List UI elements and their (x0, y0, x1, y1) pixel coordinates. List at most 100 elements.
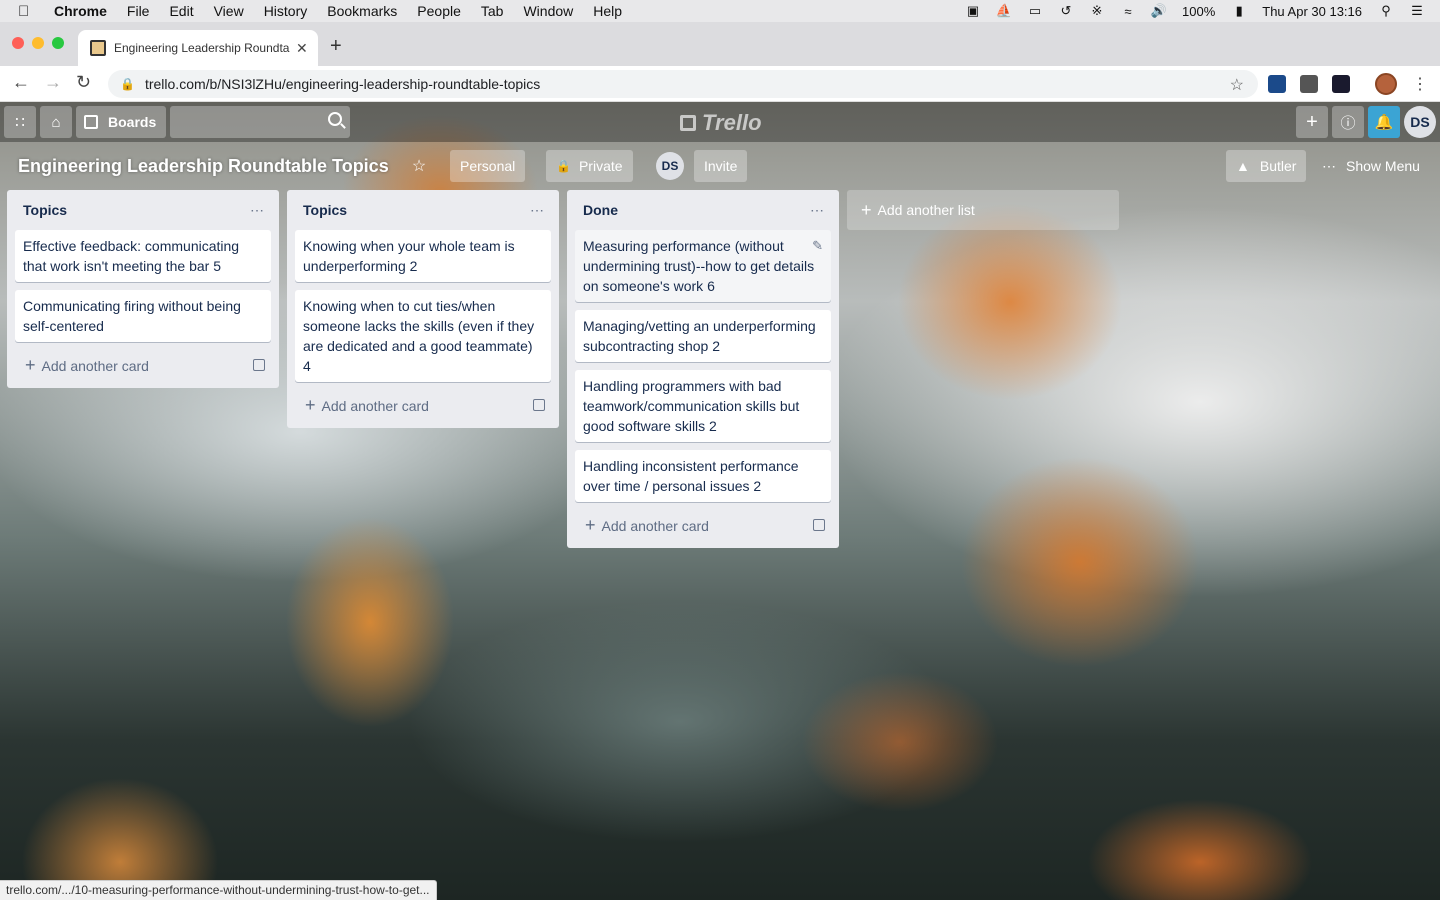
url-text[interactable]: trello.com/b/NSI3lZHu/engineering-leader… (145, 76, 540, 92)
plus-icon: + (585, 514, 596, 535)
react-devtools-icon[interactable] (1332, 75, 1350, 93)
new-tab-icon[interactable]: + (330, 35, 342, 58)
menu-people[interactable]: People (417, 3, 461, 19)
volume-icon[interactable]: 🔊 (1151, 3, 1167, 18)
spotlight-icon[interactable]: ⚲ (1378, 3, 1394, 18)
battery-percent[interactable]: 100% (1182, 4, 1215, 19)
zoom-icon[interactable]: ▣ (965, 3, 981, 18)
card-hovered[interactable]: Measuring performance (without undermini… (575, 230, 831, 302)
list-menu-icon[interactable]: ⋯ (250, 202, 265, 219)
notifications-bell-icon[interactable]: 🔔 (1368, 106, 1400, 138)
show-menu-button[interactable]: ⋯ Show Menu (1312, 150, 1430, 182)
profile-avatar[interactable] (1375, 73, 1397, 95)
add-list-label: Add another list (877, 202, 975, 218)
tab-close-icon[interactable]: ✕ (296, 40, 308, 57)
menu-window[interactable]: Window (523, 3, 573, 19)
edit-pencil-icon[interactable]: ✎ (812, 236, 823, 256)
reload-icon[interactable]: ↻ (76, 72, 91, 93)
extension-icon[interactable] (1268, 75, 1286, 93)
list-menu-icon[interactable]: ⋯ (530, 202, 545, 219)
menu-bookmarks[interactable]: Bookmarks (327, 3, 397, 19)
menu-edit[interactable]: Edit (169, 3, 193, 19)
list-menu-icon[interactable]: ⋯ (810, 202, 825, 219)
list-title[interactable]: Topics (23, 202, 67, 218)
airplay-icon[interactable]: ▭ (1027, 3, 1043, 18)
apple-icon[interactable]:  (18, 3, 36, 20)
link-status-bar: trello.com/.../10-measuring-performance-… (0, 880, 437, 900)
trello-logo-icon (680, 115, 696, 131)
minimize-window-button[interactable] (32, 37, 44, 49)
docker-icon[interactable]: ⛵ (996, 3, 1012, 18)
zoom-window-button[interactable] (52, 37, 64, 49)
info-icon[interactable]: ⓘ (1332, 106, 1364, 138)
lock-icon[interactable]: 🔒 (120, 77, 135, 91)
add-list-button[interactable]: + Add another list (847, 190, 1119, 230)
boards-button[interactable]: Boards (76, 106, 166, 138)
list-done[interactable]: Done ⋯ Measuring performance (without un… (567, 190, 839, 548)
card-text: Measuring performance (without undermini… (583, 238, 815, 294)
forward-icon[interactable]: → (44, 72, 62, 93)
visibility-button[interactable]: 🔒 Private (546, 150, 633, 182)
apps-icon[interactable]: ∷ (4, 106, 36, 138)
visibility-label: Private (578, 158, 623, 174)
address-bar[interactable]: 🔒 trello.com/b/NSI3lZHu/engineering-lead… (108, 70, 1258, 98)
board-title[interactable]: Engineering Leadership Roundtable Topics (18, 156, 389, 177)
time-machine-icon[interactable]: ↺ (1058, 3, 1074, 18)
card[interactable]: Knowing when your whole team is underper… (295, 230, 551, 282)
list-header: Topics ⋯ (295, 190, 551, 230)
add-card-button[interactable]: + Add another card (15, 350, 271, 380)
card[interactable]: Handling inconsistent performance over t… (575, 450, 831, 502)
menu-app-chrome[interactable]: Chrome (54, 3, 107, 19)
search-input[interactable] (170, 106, 350, 138)
team-button[interactable]: Personal (450, 150, 526, 182)
invite-button[interactable]: Invite (694, 150, 748, 182)
list-topics-1[interactable]: Topics ⋯ Effective feedback: communicati… (7, 190, 279, 388)
macos-menu-bar:  Chrome File Edit View History Bookmark… (0, 0, 1440, 22)
browser-toolbar: ← → ↻ 🔒 trello.com/b/NSI3lZHu/engineerin… (0, 66, 1440, 102)
battery-icon[interactable]: ▮ (1231, 3, 1247, 18)
clock[interactable]: Thu Apr 30 13:16 (1262, 4, 1362, 19)
card[interactable]: Communicating firing without being self-… (15, 290, 271, 342)
card[interactable]: Effective feedback: communicating that w… (15, 230, 271, 282)
home-icon[interactable]: ⌂ (40, 106, 72, 138)
chrome-menu-icon[interactable]: ⋮ (1412, 74, 1428, 94)
menu-view[interactable]: View (214, 3, 244, 19)
create-icon[interactable]: + (1296, 106, 1328, 138)
back-icon[interactable]: ← (12, 72, 30, 93)
menu-file[interactable]: File (127, 3, 150, 19)
add-card-button[interactable]: + Add another card (295, 390, 551, 420)
tab-title: Engineering Leadership Roundtable Topics (114, 41, 290, 55)
list-title[interactable]: Done (583, 202, 618, 218)
card-template-icon[interactable] (533, 399, 545, 411)
butler-button[interactable]: ▲ Butler (1226, 150, 1307, 182)
plus-icon: + (861, 199, 872, 220)
list-topics-2[interactable]: Topics ⋯ Knowing when your whole team is… (287, 190, 559, 428)
browser-tab-strip: Engineering Leadership Roundtable Topics… (0, 22, 1440, 66)
menu-help[interactable]: Help (593, 3, 622, 19)
star-board-icon[interactable]: ☆ (404, 150, 434, 182)
search-icon (328, 112, 342, 126)
menu-tab[interactable]: Tab (481, 3, 504, 19)
trello-logo[interactable]: Trello (680, 110, 762, 136)
add-card-button[interactable]: + Add another card (575, 510, 831, 540)
member-avatar[interactable]: DS (1404, 106, 1436, 138)
butler-icon: ▲ (1236, 158, 1250, 174)
bluetooth-icon[interactable]: ※ (1089, 3, 1105, 18)
bookmark-star-icon[interactable]: ☆ (1230, 75, 1244, 95)
privacy-extension-icon[interactable] (1300, 75, 1318, 93)
notification-center-icon[interactable]: ☰ (1409, 3, 1425, 18)
menu-history[interactable]: History (264, 3, 308, 19)
board-member-avatar[interactable]: DS (656, 152, 684, 180)
close-window-button[interactable] (12, 37, 24, 49)
card[interactable]: Handling programmers with bad teamwork/c… (575, 370, 831, 442)
lock-icon: 🔒 (556, 159, 571, 173)
boards-label: Boards (108, 114, 157, 130)
card-template-icon[interactable] (813, 519, 825, 531)
card[interactable]: Knowing when to cut ties/when someone la… (295, 290, 551, 382)
card[interactable]: Managing/vetting an underperforming subc… (575, 310, 831, 362)
card-template-icon[interactable] (253, 359, 265, 371)
wifi-icon[interactable]: ≈ (1120, 4, 1136, 19)
plus-icon: + (25, 354, 36, 375)
list-title[interactable]: Topics (303, 202, 347, 218)
browser-tab-active[interactable]: Engineering Leadership Roundtable Topics… (78, 30, 318, 66)
